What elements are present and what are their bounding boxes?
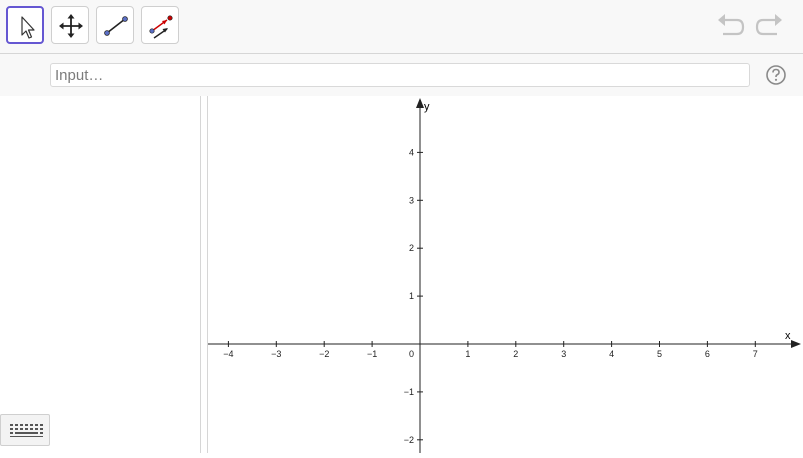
coordinate-plane[interactable]: x y 0 −4 −3 −2 −1 1 2 3 4 5 6 7 4 3 2 1 −1 −2 [208, 96, 803, 453]
algebra-view[interactable] [0, 96, 200, 453]
x-tick-label: 6 [705, 349, 710, 359]
x-tick-label: 1 [465, 349, 470, 359]
help-icon[interactable] [765, 64, 787, 86]
origin-label: 0 [409, 349, 414, 359]
y-axis-label: y [424, 101, 430, 113]
x-tick-label: 5 [657, 349, 662, 359]
toolbar [0, 0, 803, 54]
y-tick-label: −1 [404, 387, 414, 397]
x-axis-arrow [791, 340, 801, 348]
y-tick-label: −2 [404, 435, 414, 445]
y-tick-label: 3 [409, 195, 414, 205]
x-tick-label: −3 [271, 349, 281, 359]
undo-icon[interactable] [715, 12, 747, 40]
x-tick-label: 4 [609, 349, 614, 359]
x-tick-label: −4 [223, 349, 233, 359]
vector-tool-icon [149, 15, 173, 39]
vector-tool-button[interactable] [141, 6, 179, 44]
x-tick-label: 3 [561, 349, 566, 359]
segment-tool-icon [104, 16, 128, 36]
y-tick-label: 4 [409, 147, 414, 157]
graphics-view[interactable]: x y 0 −4 −3 −2 −1 1 2 3 4 5 6 7 4 3 2 1 −1 −2 [208, 96, 803, 453]
x-tick-label: 7 [753, 349, 758, 359]
move-graphics-view-button[interactable] [51, 6, 89, 44]
x-tick-label: 2 [513, 349, 518, 359]
y-tick-label: 2 [409, 243, 414, 253]
y-tick-label: 1 [409, 291, 414, 301]
y-axis-arrow [416, 98, 424, 108]
algebra-input-field[interactable] [50, 63, 750, 87]
redo-icon[interactable] [753, 12, 785, 40]
keyboard-icon [10, 424, 43, 437]
move-graphics-view-icon [59, 14, 83, 38]
x-tick-label: −2 [319, 349, 329, 359]
move-tool-button[interactable] [6, 6, 44, 44]
x-tick-label: −1 [367, 349, 377, 359]
segment-tool-button[interactable] [96, 6, 134, 44]
move-tool-icon [21, 16, 35, 39]
x-axis-label: x [785, 330, 791, 342]
input-bar [0, 54, 803, 96]
virtual-keyboard-button[interactable] [0, 414, 50, 446]
view-splitter[interactable] [200, 96, 208, 453]
